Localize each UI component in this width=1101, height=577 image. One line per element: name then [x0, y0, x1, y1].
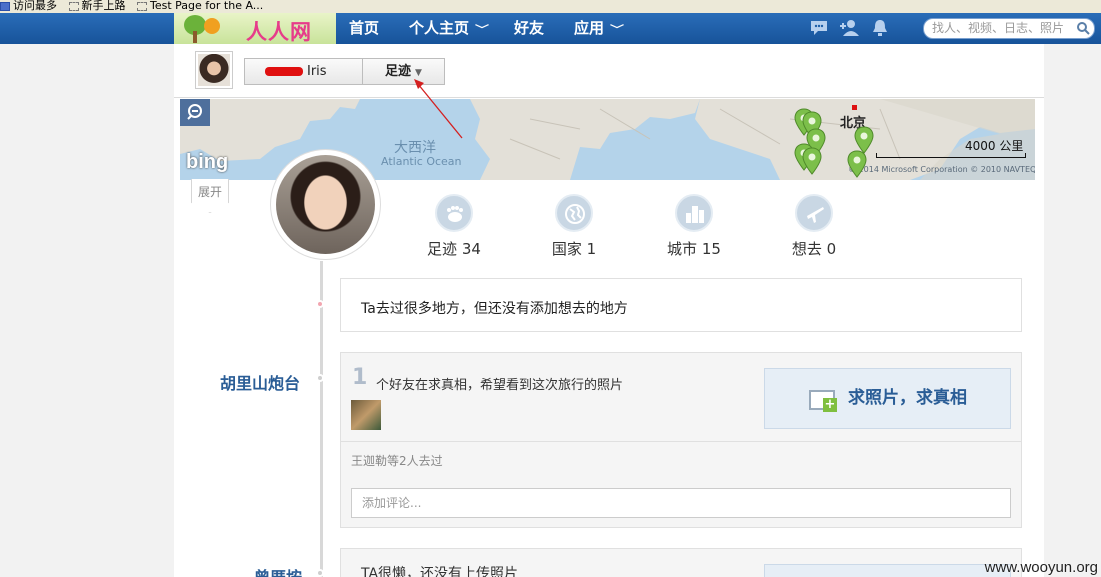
airplane-icon	[795, 194, 833, 232]
city-marker	[852, 105, 857, 110]
footprint-icon	[435, 194, 473, 232]
breadcrumb-user[interactable]: Iris	[245, 59, 363, 84]
stat-countries[interactable]: 国家 1	[529, 194, 619, 259]
search-input[interactable]: 找人、视频、日志、照片	[923, 18, 1095, 39]
timeline-dot	[316, 569, 324, 577]
stat-cities[interactable]: 城市 15	[649, 194, 739, 259]
map-scale-bar	[876, 153, 1026, 158]
bookmark-test-page[interactable]: Test Page for the A...	[137, 0, 263, 11]
stat-want-to-go[interactable]: 想去 0	[769, 194, 859, 259]
want-to-go-note: Ta去过很多地方，但还没有添加想去的地方	[340, 278, 1022, 332]
timeline-dot	[316, 374, 324, 382]
map-pin-icon[interactable]	[847, 150, 867, 178]
bookmark-page-icon	[68, 1, 79, 11]
breadcrumb: Iris 足迹 ▼	[244, 58, 445, 85]
friend-avatar[interactable]	[351, 400, 381, 430]
search-icon[interactable]	[1076, 21, 1090, 35]
breadcrumb-section-dropdown[interactable]: 足迹 ▼	[363, 59, 444, 84]
main-panel: Iris 足迹 ▼ bing 大西洋 Atlantic Ocean 北京 4000…	[174, 44, 1044, 577]
nav-friends[interactable]: 好友	[514, 13, 544, 44]
caret-down-icon: ▼	[415, 68, 422, 78]
map-pin-icon[interactable]	[802, 147, 822, 175]
stat-footprints[interactable]: 足迹 34	[409, 194, 499, 259]
trip-location-title[interactable]: 胡里山炮台	[220, 370, 300, 394]
city-icon	[675, 194, 713, 232]
globe-icon	[555, 194, 593, 232]
expand-map-button[interactable]: 展开	[191, 179, 229, 213]
bookmark-page-icon	[137, 1, 147, 11]
zoom-out-icon	[187, 104, 202, 120]
nav-apps[interactable]: 应用 ﹀	[574, 13, 625, 44]
request-photos-button[interactable]: + 求照片，求真相	[764, 368, 1011, 429]
chevron-down-icon: ﹀	[610, 25, 625, 36]
trip-card: TA很懒，还没有上传照片	[340, 548, 1022, 577]
request-photos-button[interactable]	[764, 564, 1011, 577]
map-zoom-button[interactable]	[180, 99, 210, 126]
ocean-label-en: Atlantic Ocean	[381, 155, 462, 168]
profile-avatar[interactable]	[270, 149, 381, 260]
avatar[interactable]	[195, 51, 233, 89]
no-photos-message: TA很懒，还没有上传照片	[361, 566, 519, 577]
nav-profile[interactable]: 个人主页 ﹀	[409, 13, 490, 44]
trip-card: 1 个好友在求真相，希望看到这次旅行的照片 + 求照片，求真相 王迦勒等2人去过…	[340, 352, 1022, 528]
ocean-label-cn: 大西洋	[394, 140, 436, 156]
bookmark-folder-icon	[0, 1, 10, 11]
chat-icon[interactable]	[809, 19, 829, 37]
visitors-text[interactable]: 王迦勒等2人去过	[351, 452, 443, 469]
nav-home[interactable]: 首页	[349, 13, 379, 44]
profile-subbar: Iris 足迹 ▼	[174, 44, 1044, 98]
timeline-line	[320, 261, 323, 577]
top-nav: 人人网 首页 个人主页 ﹀ 好友 应用 ﹀ 找人、视频、日志、照片	[0, 13, 1101, 44]
bookmarks-bar: 访问最多 新手上路 Test Page for the A...	[0, 0, 1101, 13]
bing-logo: bing	[186, 151, 229, 173]
divider	[341, 441, 1021, 442]
photo-request-message: 个好友在求真相，希望看到这次旅行的照片	[376, 378, 624, 393]
renren-logo[interactable]: 人人网	[174, 13, 336, 44]
watermark: www.wooyun.org	[984, 559, 1098, 576]
trip-location-title[interactable]: 曾厝垵	[254, 564, 302, 577]
map-scale-label: 4000 公里	[965, 139, 1024, 153]
friend-request-icon[interactable]	[839, 19, 859, 37]
timeline-dot	[316, 300, 324, 308]
plus-icon: +	[823, 397, 837, 412]
redaction-mark	[265, 67, 303, 76]
logo-text: 人人网	[246, 20, 312, 44]
notification-bell-icon[interactable]	[870, 19, 890, 37]
map-copyright: © 2014 Microsoft Corporation © 2010 NAVT…	[848, 165, 1035, 174]
bookmark-most-visited[interactable]: 访问最多	[0, 0, 57, 11]
bookmark-getting-started[interactable]: 新手上路	[68, 0, 126, 11]
chevron-down-icon: ﹀	[475, 25, 490, 36]
comment-input[interactable]: 添加评论...	[351, 488, 1011, 518]
friend-request-count: 1	[352, 365, 368, 390]
